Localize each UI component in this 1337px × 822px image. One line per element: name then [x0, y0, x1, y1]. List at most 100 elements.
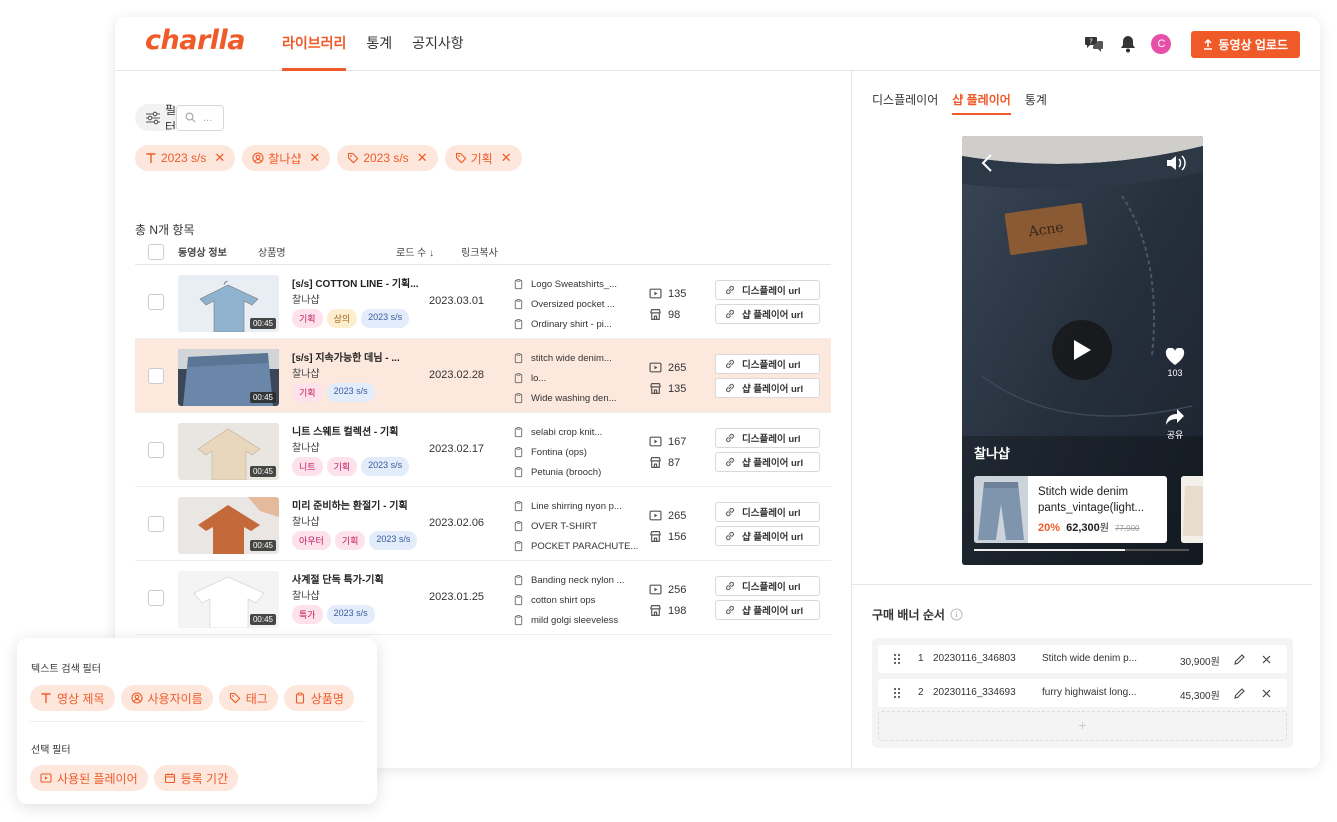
table-row[interactable]: 00:45 사계절 단독 특가-기획 찰나샵 특가 2023 s/s 2023.0…: [135, 561, 831, 635]
product-card[interactable]: Stitch wide denim pants_vintage(light...…: [974, 476, 1167, 543]
copy-shop-url-button[interactable]: 샵 플레이어 url: [715, 526, 820, 546]
product-item: Oversized pocket ...: [513, 294, 617, 314]
close-icon[interactable]: ✕: [214, 150, 225, 166]
filter-option-product-name[interactable]: 상품명: [283, 685, 354, 711]
close-icon[interactable]: [1261, 688, 1272, 699]
brand-logo[interactable]: charlla: [145, 25, 246, 56]
shop-player-preview[interactable]: Acne 103 공유 찰나샵 Stitch wide denim pants_…: [962, 136, 1203, 565]
filter-option-player[interactable]: 사용된 플레이어: [30, 765, 148, 791]
back-arrow-icon[interactable]: [980, 153, 994, 173]
table-row[interactable]: 00:45 [s/s] 지속가능한 데님 - ... 찰나샵 기획 2023 s/…: [135, 339, 831, 413]
video-thumbnail[interactable]: 00:45: [178, 571, 279, 628]
drag-handle-icon[interactable]: [893, 653, 901, 665]
filter-chip-user[interactable]: 찰나샵 ✕: [242, 145, 331, 171]
video-duration: 00:45: [249, 466, 276, 477]
tab-stats[interactable]: 통계: [1025, 91, 1047, 115]
link-icon: [724, 284, 736, 296]
add-banner-button[interactable]: +: [878, 711, 1287, 741]
close-icon[interactable]: ✕: [309, 150, 320, 166]
row-checkbox[interactable]: [148, 294, 164, 310]
copy-display-url-button[interactable]: 디스플레이 url: [715, 576, 820, 596]
video-progress-bar[interactable]: [974, 549, 1189, 551]
banner-order: 2: [918, 687, 924, 698]
video-thumbnail[interactable]: 00:45: [178, 349, 279, 406]
row-checkbox[interactable]: [148, 516, 164, 532]
sliders-icon: [146, 111, 160, 124]
copy-shop-url-button[interactable]: 샵 플레이어 url: [715, 378, 820, 398]
nav-library[interactable]: 라이브러리: [282, 17, 347, 71]
banner-row[interactable]: 1 20230116_346803 Stitch wide denim p...…: [878, 645, 1287, 673]
avatar[interactable]: C: [1151, 34, 1172, 54]
table-row[interactable]: 00:45 미리 준비하는 환절기 - 기획 찰나샵 아우터 기획 2023 s/s…: [135, 487, 831, 561]
divider: [30, 721, 365, 722]
copy-display-url-button[interactable]: 디스플레이 url: [715, 354, 820, 374]
share-button[interactable]: 공유: [1163, 408, 1187, 441]
filter-option-video-title[interactable]: 영상 제목: [30, 685, 115, 711]
col-load-count[interactable]: 로드 수 ↓: [396, 244, 434, 259]
tab-shop-player[interactable]: 샵 플레이어: [952, 91, 1011, 115]
close-icon[interactable]: ✕: [501, 150, 512, 166]
edit-icon[interactable]: [1233, 687, 1246, 700]
copy-shop-url-button[interactable]: 샵 플레이어 url: [715, 304, 820, 324]
link-icon: [724, 432, 736, 444]
close-icon[interactable]: ✕: [417, 150, 428, 166]
store-icon: [649, 308, 662, 321]
row-checkbox[interactable]: [148, 442, 164, 458]
row-checkbox[interactable]: [148, 590, 164, 606]
volume-icon[interactable]: [1165, 153, 1187, 173]
button-label: 샵 플레이어 url: [742, 384, 804, 395]
video-title[interactable]: 니트 스웨트 컬렉션 - 기획: [292, 423, 398, 438]
edit-icon[interactable]: [1233, 653, 1246, 666]
copy-shop-url-button[interactable]: 샵 플레이어 url: [715, 600, 820, 620]
play-button[interactable]: [1052, 320, 1112, 380]
chip-label: 사용자이름: [147, 691, 203, 706]
row-checkbox[interactable]: [148, 368, 164, 384]
copy-display-url-button[interactable]: 디스플레이 url: [715, 502, 820, 522]
product-card-next[interactable]: [1181, 476, 1203, 543]
filter-option-tag[interactable]: 태그: [218, 685, 278, 711]
filter-chip-title[interactable]: 2023 s/s ✕: [135, 145, 236, 171]
play-icon: [1074, 340, 1091, 360]
video-thumbnail[interactable]: 00:45: [178, 423, 279, 480]
banner-code: 20230116_346803: [933, 653, 1016, 664]
like-button[interactable]: 103: [1163, 347, 1187, 378]
button-label: 샵 플레이어 url: [742, 310, 804, 321]
video-thumbnail[interactable]: 00:45: [178, 275, 279, 332]
banner-row[interactable]: 2 20230116_334693 furry highwaist long..…: [878, 679, 1287, 707]
tab-display-player[interactable]: 디스플레이어: [872, 91, 938, 115]
table-row[interactable]: 00:45 니트 스웨트 컬렉션 - 기획 찰나샵 니트 기획 2023 s/s 2…: [135, 413, 831, 487]
upload-video-button[interactable]: 동영상 업로드: [1191, 30, 1300, 58]
select-all-checkbox[interactable]: [148, 244, 164, 260]
filter-button[interactable]: 필터: [135, 104, 181, 131]
nav-stats[interactable]: 통계: [366, 17, 392, 71]
filter-chip-tag[interactable]: 기획 ✕: [444, 145, 522, 171]
upload-icon: [1204, 38, 1213, 50]
video-title[interactable]: 사계절 단독 특가-기획: [292, 571, 384, 586]
video-title[interactable]: [s/s] 지속가능한 데님 - ...: [292, 349, 400, 364]
bell-icon[interactable]: [1115, 31, 1141, 57]
nav-notice[interactable]: 공지사항: [412, 17, 464, 71]
filter-chip-tag[interactable]: 2023 s/s ✕: [337, 145, 438, 171]
video-user: 찰나샵: [292, 369, 320, 380]
search-input[interactable]: ...: [176, 104, 224, 131]
filter-option-username[interactable]: 사용자이름: [120, 685, 213, 711]
info-icon[interactable]: [950, 608, 963, 621]
product-list: Banding neck nylon ... cotton shirt ops mi…: [513, 570, 624, 630]
banner-order: 1: [918, 653, 924, 664]
clipboard-icon: [513, 298, 524, 310]
copy-shop-url-button[interactable]: 샵 플레이어 url: [715, 452, 820, 472]
select-filter-chips: 사용된 플레이어 등록 기간: [30, 765, 244, 791]
video-title[interactable]: 미리 준비하는 환절기 - 기획: [292, 497, 408, 512]
table-row[interactable]: 00:45 [s/s] COTTON LINE - 기획... 찰나샵 기획 상의…: [135, 265, 831, 339]
filter-option-date-range[interactable]: 등록 기간: [153, 765, 239, 791]
help-chat-icon[interactable]: ?: [1081, 31, 1107, 57]
copy-display-url-button[interactable]: 디스플레이 url: [715, 428, 820, 448]
close-icon[interactable]: [1261, 654, 1272, 665]
product-item: Wide washing den...: [513, 388, 617, 408]
tag-badge: 니트: [292, 457, 323, 476]
video-title[interactable]: [s/s] COTTON LINE - 기획...: [292, 275, 419, 290]
product-name: OVER T-SHIRT: [531, 520, 598, 532]
copy-display-url-button[interactable]: 디스플레이 url: [715, 280, 820, 300]
drag-handle-icon[interactable]: [893, 687, 901, 699]
video-thumbnail[interactable]: 00:45: [178, 497, 279, 554]
